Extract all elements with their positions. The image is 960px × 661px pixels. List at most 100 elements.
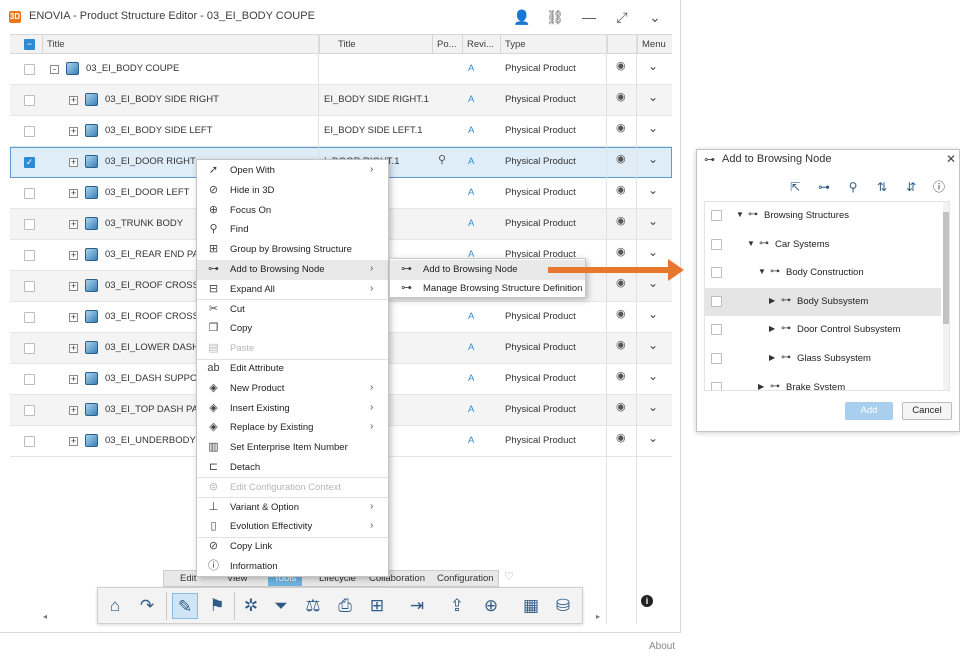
visibility-eye-icon[interactable]: ◉ xyxy=(616,90,628,103)
row-menu-chevron-icon[interactable]: ⌄ xyxy=(648,90,658,104)
row-checkbox[interactable] xyxy=(24,188,35,199)
tree-node[interactable]: ▼ ⊶ Body Construction xyxy=(705,259,941,288)
visibility-eye-icon[interactable]: ◉ xyxy=(616,152,628,165)
tree-node-checkbox[interactable] xyxy=(711,295,722,307)
expand-toggle-icon[interactable]: + xyxy=(69,220,78,229)
position-icon[interactable]: ⚲ xyxy=(438,153,446,166)
horizontal-scrollbar[interactable]: ◂ ▸ xyxy=(43,612,603,622)
column-header-menu[interactable]: Menu xyxy=(637,35,672,54)
row-revision[interactable]: A xyxy=(468,218,474,229)
menu-item-focus-on[interactable]: ⊕ Focus On xyxy=(197,201,388,221)
expand-toggle-icon[interactable]: + xyxy=(69,251,78,260)
link-icon[interactable]: ⛓ xyxy=(545,8,565,26)
column-header-revision[interactable]: Revi... xyxy=(462,35,500,54)
menu-item-new-product[interactable]: ◈ New Product › xyxy=(197,379,388,399)
row-menu-chevron-icon[interactable]: ⌄ xyxy=(648,121,658,135)
tab-configuration[interactable]: Configuration xyxy=(437,573,494,584)
tree-icon[interactable]: ⊶ xyxy=(816,179,832,195)
scrollbar-thumb[interactable] xyxy=(943,212,949,324)
expand-toggle-icon[interactable]: + xyxy=(69,437,78,446)
fullscreen-icon[interactable]: ⤢ xyxy=(612,8,632,26)
tab-edit[interactable]: Edit xyxy=(180,573,196,584)
tree-node-checkbox[interactable] xyxy=(711,210,722,221)
table-row[interactable]: +03_EI_BODY SIDE RIGHT EI_BODY SIDE RIGHT… xyxy=(10,85,672,116)
tree-node-checkbox[interactable] xyxy=(711,381,722,390)
tree-node[interactable]: ▶ ⊶ Door Control Subsystem xyxy=(705,316,941,345)
row-revision[interactable]: A xyxy=(468,311,474,322)
menu-item-expand-all[interactable]: ⊟ Expand All › xyxy=(197,280,388,300)
row-revision[interactable]: A xyxy=(468,156,474,167)
submenu-item-manage-browsing-structure-definition[interactable]: ⊶ Manage Browsing Structure Definition xyxy=(390,279,585,299)
menu-item-copy-link[interactable]: ⊘ Copy Link xyxy=(197,537,388,557)
select-icon[interactable]: ⇱ xyxy=(787,179,803,195)
row-revision[interactable]: A xyxy=(468,63,474,74)
info-icon[interactable]: i xyxy=(641,595,653,607)
row-checkbox[interactable] xyxy=(24,374,35,385)
menu-item-variant-option[interactable]: ⊥ Variant & Option › xyxy=(197,498,388,518)
menu-item-insert-existing[interactable]: ◈ Insert Existing › xyxy=(197,399,388,419)
expand-toggle-icon[interactable]: - xyxy=(50,65,59,74)
tree-node-checkbox[interactable] xyxy=(711,353,722,364)
row-menu-chevron-icon[interactable]: ⌄ xyxy=(648,338,658,352)
vertical-scrollbar[interactable] xyxy=(943,202,949,390)
table-row[interactable]: +03_EI_BODY SIDE LEFT EI_BODY SIDE LEFT.1… xyxy=(10,116,672,147)
collapse-chevron-icon[interactable]: ♡ xyxy=(504,570,514,583)
expand-toggle-icon[interactable]: + xyxy=(69,406,78,415)
row-menu-chevron-icon[interactable]: ⌄ xyxy=(648,152,658,166)
row-checkbox[interactable] xyxy=(24,219,35,230)
minimize-icon[interactable]: — xyxy=(579,8,599,26)
row-checkbox[interactable] xyxy=(24,95,35,106)
row-menu-chevron-icon[interactable]: ⌄ xyxy=(648,369,658,383)
visibility-eye-icon[interactable]: ◉ xyxy=(616,338,628,351)
visibility-eye-icon[interactable]: ◉ xyxy=(616,307,628,320)
expand-toggle-icon[interactable]: + xyxy=(69,375,78,384)
visibility-eye-icon[interactable]: ◉ xyxy=(616,214,628,227)
tree-node[interactable]: ▶ ⊶ Brake System xyxy=(705,374,941,390)
menu-item-find[interactable]: ⚲ Find xyxy=(197,220,388,240)
sort-ascending-icon[interactable]: ⇅ xyxy=(874,179,890,195)
tree-toggle-icon[interactable]: ▼ xyxy=(747,239,755,248)
row-menu-chevron-icon[interactable]: ⌄ xyxy=(648,59,658,73)
info-icon[interactable]: ⓘ xyxy=(931,179,947,195)
expand-toggle-icon[interactable]: + xyxy=(69,127,78,136)
row-checkbox[interactable] xyxy=(24,436,35,447)
row-menu-chevron-icon[interactable]: ⌄ xyxy=(648,276,658,290)
row-checkbox[interactable] xyxy=(24,250,35,261)
menu-item-set-enterprise-item-number[interactable]: ▥ Set Enterprise Item Number xyxy=(197,438,388,458)
cancel-button[interactable]: Cancel xyxy=(902,402,952,420)
row-menu-chevron-icon[interactable]: ⌄ xyxy=(648,400,658,414)
row-menu-chevron-icon[interactable]: ⌄ xyxy=(648,431,658,445)
menu-item-evolution-effectivity[interactable]: ▯ Evolution Effectivity › xyxy=(197,517,388,537)
menu-item-detach[interactable]: ⊏ Detach xyxy=(197,458,388,478)
row-menu-chevron-icon[interactable]: ⌄ xyxy=(648,214,658,228)
row-revision[interactable]: A xyxy=(468,404,474,415)
row-checkbox[interactable] xyxy=(24,281,35,292)
tree-node[interactable]: ▼ ⊶ Car Systems xyxy=(705,231,941,260)
expand-toggle-icon[interactable]: + xyxy=(69,313,78,322)
close-icon[interactable]: ✕ xyxy=(946,152,956,166)
menu-item-add-to-browsing-node[interactable]: ⊶ Add to Browsing Node › xyxy=(197,260,388,280)
row-checkbox[interactable] xyxy=(24,343,35,354)
tree-toggle-icon[interactable]: ▼ xyxy=(758,267,766,276)
menu-item-edit-attribute[interactable]: ab Edit Attribute xyxy=(197,359,388,379)
tree-node[interactable]: ▶ ⊶ Body Subsystem xyxy=(705,287,941,317)
visibility-eye-icon[interactable]: ◉ xyxy=(616,183,628,196)
row-revision[interactable]: A xyxy=(468,342,474,353)
column-header-position[interactable]: Po... xyxy=(432,35,462,54)
row-revision[interactable]: A xyxy=(468,373,474,384)
row-checkbox[interactable] xyxy=(24,64,35,75)
row-checkbox[interactable] xyxy=(24,405,35,416)
expand-toggle-icon[interactable]: + xyxy=(69,282,78,291)
row-revision[interactable]: A xyxy=(468,435,474,446)
visibility-eye-icon[interactable]: ◉ xyxy=(616,245,628,258)
menu-item-hide-in-3d[interactable]: ⊘ Hide in 3D xyxy=(197,181,388,201)
sort-descending-icon[interactable]: ⇵ xyxy=(903,179,919,195)
column-header-title-2[interactable]: Title xyxy=(319,35,432,54)
visibility-eye-icon[interactable]: ◉ xyxy=(616,276,628,289)
chevron-down-icon[interactable]: ⌄ xyxy=(645,8,665,26)
expand-toggle-icon[interactable]: + xyxy=(69,96,78,105)
row-revision[interactable]: A xyxy=(468,94,474,105)
column-header-title[interactable]: Title xyxy=(42,35,319,54)
tree-toggle-icon[interactable]: ▼ xyxy=(736,210,744,219)
row-revision[interactable]: A xyxy=(468,125,474,136)
